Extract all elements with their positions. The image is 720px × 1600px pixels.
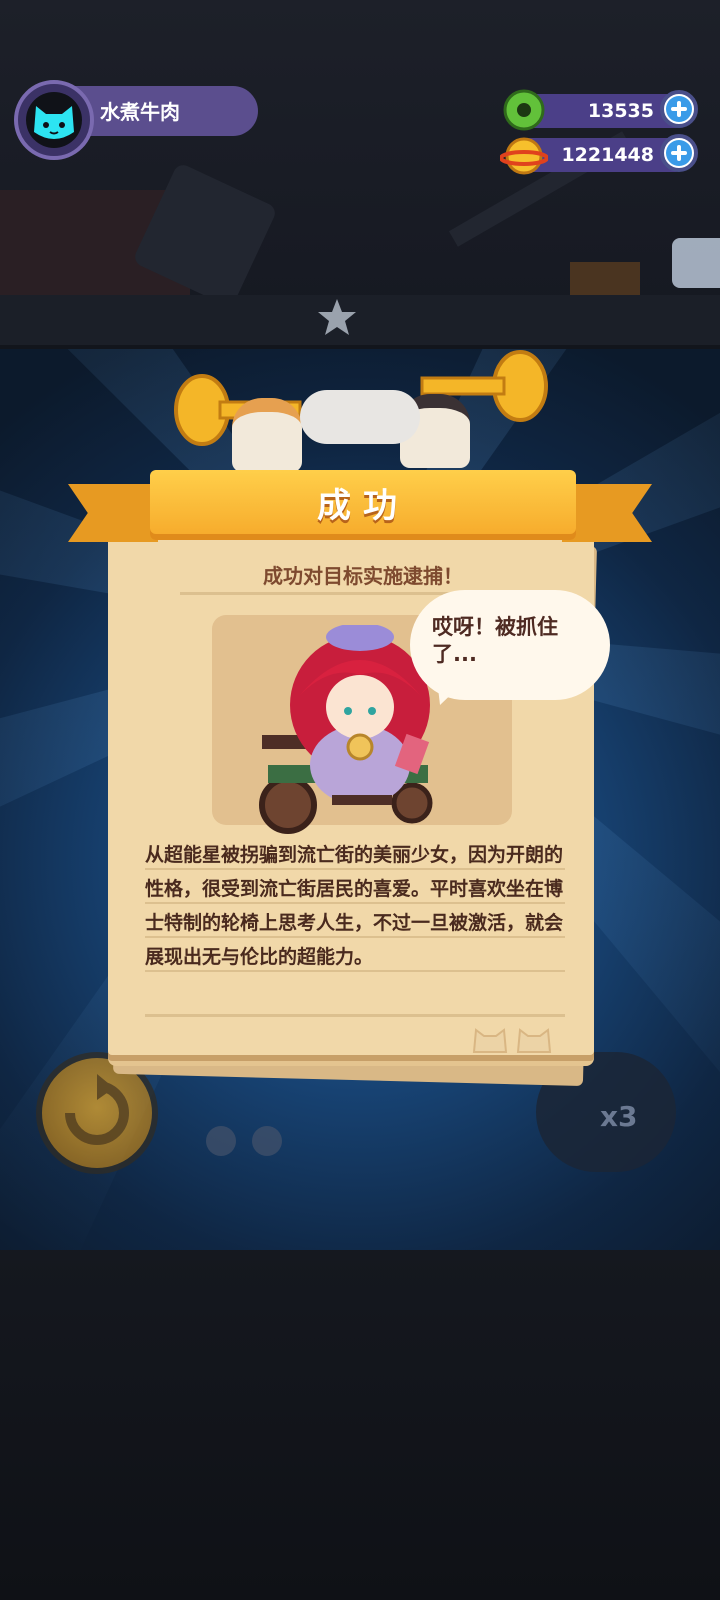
avatar[interactable] (14, 80, 94, 160)
footer-divider (145, 1014, 565, 1017)
page-dot (252, 1126, 282, 1156)
dialog-title: 成功 (317, 486, 409, 526)
currency-value-coin: 1221448 (561, 144, 654, 166)
character-description: 从超能星被拐骗到流亡街的美丽少女，因为开朗的性格，很受到流亡街居民的喜爱。平时喜… (145, 844, 564, 968)
speed-label: x3 (600, 1100, 638, 1133)
cat-paw-icon (470, 1020, 560, 1060)
add-donut-button[interactable] (660, 90, 698, 128)
page-dot (206, 1126, 236, 1156)
scissors-icon[interactable] (672, 238, 720, 288)
star-icon (316, 296, 358, 338)
speech-text: 哎呀！被抓住了... (432, 615, 558, 666)
restart-icon (65, 1074, 129, 1145)
cat-face-icon (34, 106, 74, 139)
bottom-background (0, 1250, 720, 1600)
cat-trumpeter-icon (232, 398, 302, 472)
shelf-edge (0, 295, 720, 349)
dialog-subtitle: 成功对目标实施逮捕！ (263, 564, 463, 588)
currency-value-donut: 13535 (587, 100, 654, 122)
add-coin-button[interactable] (660, 134, 698, 172)
cloud-icon (300, 390, 420, 444)
username: 水煮牛肉 (100, 100, 180, 124)
